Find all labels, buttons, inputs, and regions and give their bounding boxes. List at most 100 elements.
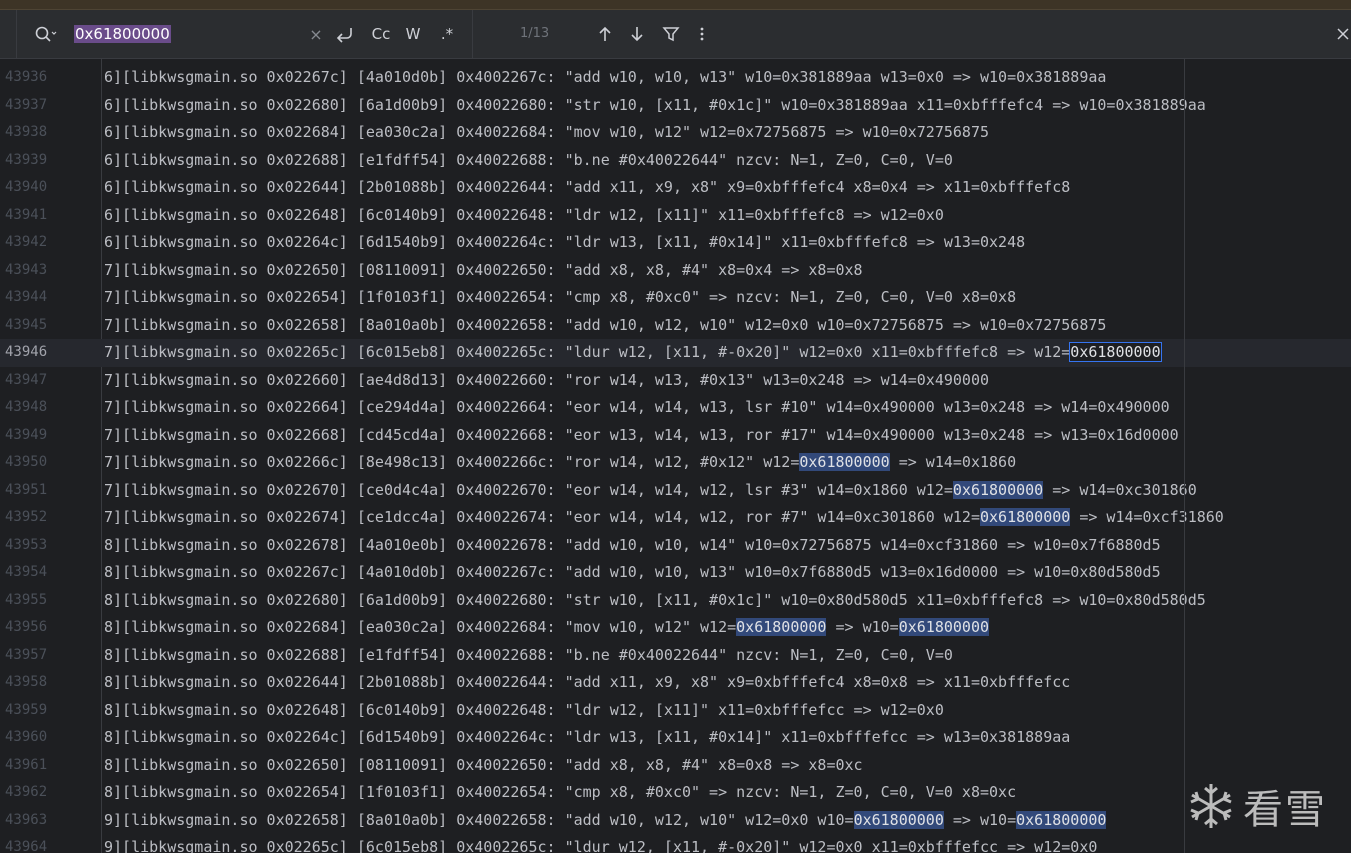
line-number: 43937 — [5, 96, 48, 113]
code-line[interactable]: 43951 7][libkwsgmain.so 0x022670] [ce0d4c… — [0, 477, 1351, 505]
code-line[interactable]: 43962 8][libkwsgmain.so 0x022654] [1f0103… — [0, 779, 1351, 807]
regex-icon[interactable]: .* — [434, 22, 460, 46]
code-text: 8][libkwsgmain.so 0x022654] [1f0103f1] 0… — [104, 779, 1016, 807]
code-segment: 7][libkwsgmain.so 0x022660] [ae4d8d13] 0… — [104, 370, 990, 389]
editor-area[interactable]: 43936 6][libkwsgmain.so 0x02267c] [4a010d… — [0, 59, 1351, 853]
code-segment: 7][libkwsgmain.so 0x022654] [1f0103f1] 0… — [104, 288, 1017, 306]
line-number: 43950 — [5, 454, 48, 470]
code-segment: 7][libkwsgmain.so 0x022650] [08110091] 0… — [104, 260, 863, 279]
code-segment: 6][libkwsgmain.so 0x02267c] [4a010d0b] 0… — [104, 68, 1107, 86]
line-number: 43939 — [5, 151, 48, 168]
code-line[interactable]: 43939 6][libkwsgmain.so 0x022688] [e1fdff… — [0, 147, 1351, 175]
search-icon[interactable] — [32, 22, 58, 46]
more-icon[interactable] — [692, 22, 712, 46]
code-segment: 8][libkwsgmain.so 0x022678] [4a010e0b] 0… — [104, 535, 1161, 554]
code-segment: 8][libkwsgmain.so 0x022684] [ea030c2a] 0… — [104, 618, 737, 636]
line-number: 43962 — [5, 784, 48, 800]
code-segment: 8][libkwsgmain.so 0x02267c] [4a010d0b] 0… — [104, 563, 1161, 581]
next-match-icon[interactable] — [626, 22, 648, 46]
code-text: 7][libkwsgmain.so 0x02265c] [6c015eb8] 0… — [104, 339, 1162, 367]
close-icon[interactable] — [1334, 22, 1350, 46]
search-match: 0x61800000 — [898, 618, 990, 636]
find-bar-divider — [16, 10, 17, 58]
current-code-line[interactable]: 43946 7][libkwsgmain.so 0x02265c] [6c015e… — [0, 339, 1351, 367]
line-number: 43943 — [5, 261, 48, 278]
search-match: 0x61800000 — [979, 508, 1071, 526]
code-text: 9][libkwsgmain.so 0x022658] [8a010a0b] 0… — [104, 807, 1107, 835]
code-line[interactable]: 43955 8][libkwsgmain.so 0x022680] [6a1d00… — [0, 587, 1351, 615]
code-segment: 7][libkwsgmain.so 0x022664] [ce294d4a] 0… — [104, 398, 1170, 416]
code-line[interactable]: 43957 8][libkwsgmain.so 0x022688] [e1fdff… — [0, 642, 1351, 670]
code-line[interactable]: 43936 6][libkwsgmain.so 0x02267c] [4a010d… — [0, 64, 1351, 92]
line-number: 43938 — [5, 124, 48, 140]
code-segment: 7][libkwsgmain.so 0x02266c] [8e498c13] 0… — [104, 453, 800, 471]
code-text: 6][libkwsgmain.so 0x022688] [e1fdff54] 0… — [104, 147, 953, 175]
code-segment: 6][libkwsgmain.so 0x022688] [e1fdff54] 0… — [104, 150, 953, 169]
code-line[interactable]: 43949 7][libkwsgmain.so 0x022668] [cd45cd… — [0, 422, 1351, 450]
match-case-icon[interactable]: Cc — [368, 22, 394, 46]
code-segment: 8][libkwsgmain.so 0x022680] [6a1d00b9] 0… — [104, 590, 1206, 609]
code-segment: 9][libkwsgmain.so 0x02265c] [6c015eb8] 0… — [104, 838, 1098, 853]
code-line[interactable]: 43958 8][libkwsgmain.so 0x022644] [2b0108… — [0, 669, 1351, 697]
code-segment: 7][libkwsgmain.so 0x02265c] [6c015eb8] 0… — [104, 343, 1071, 361]
code-segment: => w10= — [943, 810, 1017, 829]
code-text: 9][libkwsgmain.so 0x02265c] [6c015eb8] 0… — [104, 834, 1097, 853]
code-text: 8][libkwsgmain.so 0x022650] [08110091] 0… — [104, 752, 863, 780]
search-query: 0x61800000 — [74, 25, 171, 43]
code-segment: => w14=0xc301860 — [1043, 480, 1197, 499]
code-line[interactable]: 43961 8][libkwsgmain.so 0x022650] [081100… — [0, 752, 1351, 780]
code-line[interactable]: 43945 7][libkwsgmain.so 0x022658] [8a010a… — [0, 312, 1351, 340]
code-segment: 8][libkwsgmain.so 0x022688] [e1fdff54] 0… — [104, 645, 953, 664]
code-line[interactable]: 43950 7][libkwsgmain.so 0x02266c] [8e498c… — [0, 449, 1351, 477]
filter-icon[interactable] — [660, 22, 682, 46]
line-number: 43942 — [5, 234, 48, 250]
code-segment: 6][libkwsgmain.so 0x02264c] [6d1540b9] 0… — [104, 233, 1026, 251]
code-line[interactable]: 43956 8][libkwsgmain.so 0x022684] [ea030c… — [0, 614, 1351, 642]
code-segment: 8][libkwsgmain.so 0x022648] [6c0140b9] 0… — [104, 700, 944, 719]
search-match: 0x61800000 — [736, 618, 827, 636]
code-line[interactable]: 43947 7][libkwsgmain.so 0x022660] [ae4d8d… — [0, 367, 1351, 395]
code-line[interactable]: 43953 8][libkwsgmain.so 0x022678] [4a010e… — [0, 532, 1351, 560]
code-line[interactable]: 43943 7][libkwsgmain.so 0x022650] [081100… — [0, 257, 1351, 285]
code-line[interactable]: 43963 9][libkwsgmain.so 0x022658] [8a010a… — [0, 807, 1351, 835]
watermark-text: 看雪 — [1243, 787, 1327, 833]
code-segment: 6][libkwsgmain.so 0x022644] [2b01088b] 0… — [104, 178, 1071, 196]
line-number: 43941 — [5, 206, 48, 223]
search-match: 0x61800000 — [952, 480, 1044, 499]
code-line[interactable]: 43959 8][libkwsgmain.so 0x022648] [6c0140… — [0, 697, 1351, 725]
code-segment: 6][libkwsgmain.so 0x022680] [6a1d00b9] 0… — [104, 95, 1206, 114]
code-text: 7][libkwsgmain.so 0x022674] [ce1dcc4a] 0… — [104, 504, 1224, 532]
search-match: 0x61800000 — [799, 453, 890, 471]
search-match: 0x61800000 — [1016, 810, 1107, 829]
code-segment: 6][libkwsgmain.so 0x022684] [ea030c2a] 0… — [104, 123, 990, 141]
line-number: 43961 — [5, 756, 48, 773]
code-line[interactable]: 43940 6][libkwsgmain.so 0x022644] [2b0108… — [0, 174, 1351, 202]
code-segment: 6][libkwsgmain.so 0x022648] [6c0140b9] 0… — [104, 205, 944, 224]
clear-icon[interactable]: × — [306, 22, 326, 46]
code-text: 8][libkwsgmain.so 0x022688] [e1fdff54] 0… — [104, 642, 953, 670]
code-text: 7][libkwsgmain.so 0x022654] [1f0103f1] 0… — [104, 284, 1016, 312]
current-search-match: 0x61800000 — [1069, 342, 1162, 362]
code-segment: 7][libkwsgmain.so 0x022658] [8a010a0b] 0… — [104, 315, 1107, 334]
line-number: 43945 — [5, 316, 48, 333]
code-line[interactable]: 43948 7][libkwsgmain.so 0x022664] [ce294d… — [0, 394, 1351, 422]
code-line[interactable]: 43944 7][libkwsgmain.so 0x022654] [1f0103… — [0, 284, 1351, 312]
code-line[interactable]: 43941 6][libkwsgmain.so 0x022648] [6c0140… — [0, 202, 1351, 230]
code-text: 6][libkwsgmain.so 0x022644] [2b01088b] 0… — [104, 174, 1070, 202]
code-line[interactable]: 43960 8][libkwsgmain.so 0x02264c] [6d1540… — [0, 724, 1351, 752]
code-line[interactable]: 43938 6][libkwsgmain.so 0x022684] [ea030c… — [0, 119, 1351, 147]
find-bar-separator — [472, 10, 473, 58]
newline-icon[interactable] — [332, 22, 356, 46]
line-number: 43949 — [5, 426, 48, 443]
code-line[interactable]: 43937 6][libkwsgmain.so 0x022680] [6a1d00… — [0, 92, 1351, 120]
prev-match-icon[interactable] — [594, 22, 616, 46]
code-text: 8][libkwsgmain.so 0x022684] [ea030c2a] 0… — [104, 614, 990, 642]
whole-word-icon[interactable]: W — [402, 22, 424, 46]
code-line[interactable]: 43964 9][libkwsgmain.so 0x02265c] [6c015e… — [0, 834, 1351, 853]
code-line[interactable]: 43942 6][libkwsgmain.so 0x02264c] [6d1540… — [0, 229, 1351, 257]
code-text: 7][libkwsgmain.so 0x022668] [cd45cd4a] 0… — [104, 422, 1179, 450]
search-input[interactable]: 0x61800000 — [74, 22, 304, 46]
line-number: 43963 — [5, 811, 48, 828]
code-line[interactable]: 43954 8][libkwsgmain.so 0x02267c] [4a010d… — [0, 559, 1351, 587]
code-line[interactable]: 43952 7][libkwsgmain.so 0x022674] [ce1dcc… — [0, 504, 1351, 532]
